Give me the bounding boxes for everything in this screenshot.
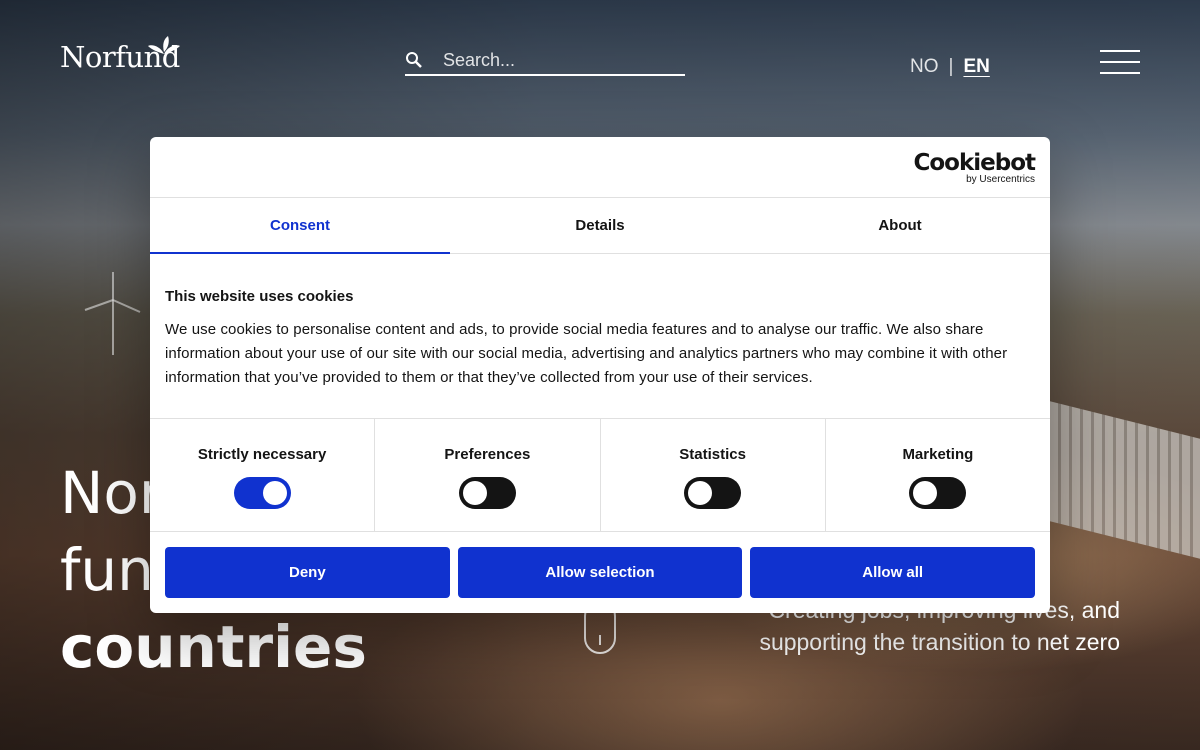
statistics-toggle[interactable] <box>684 477 742 509</box>
hero-subtitle-line: supporting the transition to net zero <box>759 629 1120 655</box>
category-statistics: Statistics <box>601 419 826 531</box>
dialog-header: Cookiebot by Usercentrics <box>150 137 1050 198</box>
tab-consent[interactable]: Consent <box>150 198 450 254</box>
cookie-categories: Strictly necessary Preferences Statistic… <box>150 418 1050 532</box>
language-option-no[interactable]: NO <box>910 56 939 78</box>
category-preferences: Preferences <box>375 419 601 531</box>
search-icon[interactable] <box>405 51 423 69</box>
cookiebot-logo[interactable]: Cookiebot by Usercentrics <box>913 150 1036 185</box>
category-label: Preferences <box>444 446 531 463</box>
norfund-logo[interactable]: Norfund <box>60 36 180 74</box>
dialog-description: We use cookies to personalise content an… <box>165 321 1008 386</box>
language-separator: | <box>948 56 954 77</box>
dialog-tabs: Consent Details About <box>150 198 1050 254</box>
hero-title-line: countries <box>60 613 367 681</box>
dialog-heading: This website uses cookies <box>165 288 354 305</box>
search-bar <box>405 46 685 76</box>
dialog-body: This website uses cookies We use cookies… <box>150 254 1050 418</box>
leaf-icon <box>148 36 180 54</box>
dialog-actions: Deny Allow selection Allow all <box>150 532 1050 613</box>
cookiebot-brand: Cookiebot <box>913 150 1036 176</box>
menu-icon[interactable] <box>1100 50 1140 76</box>
category-label: Statistics <box>679 446 746 463</box>
category-strictly-necessary: Strictly necessary <box>150 419 376 531</box>
allow-selection-button[interactable]: Allow selection <box>457 547 743 598</box>
preferences-toggle[interactable] <box>458 477 516 509</box>
marketing-toggle[interactable] <box>909 477 967 509</box>
category-label: Strictly necessary <box>197 446 327 463</box>
category-marketing: Marketing <box>826 419 1050 531</box>
allow-all-button[interactable]: Allow all <box>750 547 1036 598</box>
strictly-necessary-toggle[interactable] <box>233 477 291 509</box>
category-label: Marketing <box>902 446 974 463</box>
language-switcher: NO | EN <box>910 56 990 78</box>
deny-button[interactable]: Deny <box>165 547 450 598</box>
tab-details[interactable]: Details <box>450 198 750 253</box>
cookie-consent-dialog: Cookiebot by Usercentrics Consent Detail… <box>150 137 1050 613</box>
tab-about[interactable]: About <box>750 198 1050 253</box>
search-input[interactable] <box>443 49 673 71</box>
wind-turbine-graphic <box>84 272 141 355</box>
language-option-en[interactable]: EN <box>963 56 989 78</box>
